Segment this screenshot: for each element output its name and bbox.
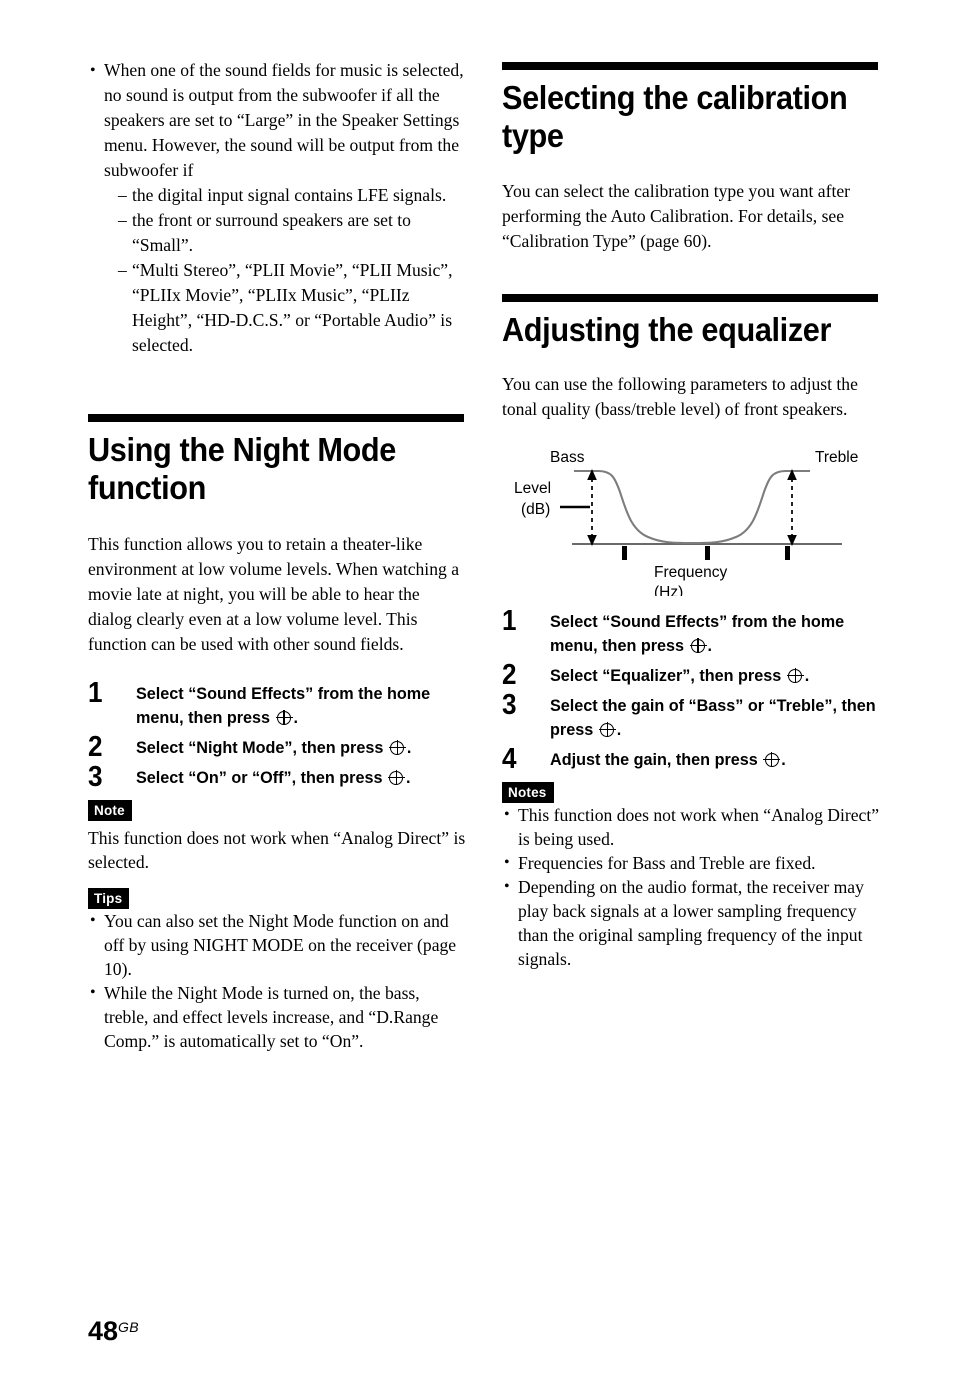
list-item: the front or surround speakers are set t… bbox=[118, 208, 468, 258]
section-rule bbox=[88, 414, 464, 422]
continued-bullet-list: When one of the sound fields for music i… bbox=[88, 58, 468, 358]
step-text: Select “Sound Effects” from the home men… bbox=[550, 613, 845, 655]
step-text: Adjust the gain, then press . bbox=[550, 751, 786, 769]
chart-ylabel-unit: (dB) bbox=[521, 501, 550, 518]
list-item: While the Night Mode is turned on, the b… bbox=[88, 981, 468, 1053]
manual-page: When one of the sound fields for music i… bbox=[0, 0, 954, 1373]
enter-button-icon bbox=[598, 721, 616, 738]
tips-block: Tips You can also set the Night Mode fun… bbox=[88, 888, 468, 1053]
enter-button-icon bbox=[275, 709, 293, 726]
right-column: Selecting the calibration type You can s… bbox=[502, 62, 882, 971]
step-text: Select “Sound Effects” from the home men… bbox=[136, 685, 431, 727]
note-badge: Note bbox=[88, 800, 132, 821]
night-mode-section: Using the Night Mode function This funct… bbox=[88, 414, 468, 1053]
list-item: Frequencies for Bass and Treble are fixe… bbox=[502, 851, 882, 875]
section-heading-night-mode: Using the Night Mode function bbox=[88, 431, 396, 506]
step-item: 3 Select “On” or “Off”, then press . bbox=[88, 761, 468, 793]
chart-x-tick bbox=[705, 546, 710, 560]
chart-label-treble: Treble bbox=[815, 449, 858, 466]
enter-button-icon bbox=[786, 667, 804, 684]
page-region-suffix: GB bbox=[118, 1319, 139, 1335]
step-text: Select “On” or “Off”, then press . bbox=[136, 769, 411, 787]
list-item: When one of the sound fields for music i… bbox=[88, 58, 468, 358]
list-item: You can also set the Night Mode function… bbox=[88, 909, 468, 981]
equalizer-response-curve bbox=[574, 469, 810, 545]
section-heading-calibration: Selecting the calibration type bbox=[502, 79, 848, 154]
chart-ylabel: Level bbox=[514, 480, 551, 497]
enter-button-icon bbox=[388, 739, 406, 756]
list-item: This function does not work when “Analog… bbox=[502, 803, 882, 851]
list-item: “Multi Stereo”, “PLII Movie”, “PLII Musi… bbox=[118, 258, 468, 358]
notes-list: This function does not work when “Analog… bbox=[502, 803, 882, 971]
enter-button-icon bbox=[387, 769, 405, 786]
step-number: 2 bbox=[88, 731, 103, 763]
equalizer-body: You can use the following parameters to … bbox=[502, 374, 858, 419]
enter-button-icon bbox=[763, 751, 781, 768]
step-number: 1 bbox=[88, 677, 103, 709]
step-item: 2 Select “Equalizer”, then press . bbox=[502, 659, 882, 691]
notes-block: Notes This function does not work when “… bbox=[502, 782, 882, 971]
treble-level-arrow bbox=[787, 469, 797, 546]
calibration-body: You can select the calibration type you … bbox=[502, 181, 851, 251]
night-mode-steps: 1 Select “Sound Effects” from the home m… bbox=[88, 677, 468, 793]
equalizer-steps: 1 Select “Sound Effects” from the home m… bbox=[502, 605, 882, 775]
chart-label-bass: Bass bbox=[550, 449, 585, 466]
step-text: Select “Night Mode”, then press . bbox=[136, 739, 412, 757]
step-item: 3 Select the gain of “Bass” or “Treble”,… bbox=[502, 689, 882, 742]
step-text: Select the gain of “Bass” or “Treble”, t… bbox=[550, 697, 876, 739]
sub-dash-list: the digital input signal contains LFE si… bbox=[104, 183, 468, 358]
step-item: 2 Select “Night Mode”, then press . bbox=[88, 731, 468, 763]
step-text: Select “Equalizer”, then press . bbox=[550, 667, 810, 685]
tips-list: You can also set the Night Mode function… bbox=[88, 909, 468, 1053]
note-text: This function does not work when “Analog… bbox=[88, 828, 466, 872]
step-number: 1 bbox=[502, 605, 517, 637]
tips-badge: Tips bbox=[88, 888, 130, 909]
equalizer-curve-diagram: Bass Treble Level (dB) Frequency (Hz) bbox=[502, 434, 882, 596]
page-number: 48GB bbox=[88, 1314, 139, 1345]
step-number: 3 bbox=[88, 761, 103, 793]
chart-xlabel-unit: (Hz) bbox=[654, 584, 683, 596]
bullet-text: When one of the sound fields for music i… bbox=[104, 60, 464, 180]
chart-xlabel: Frequency bbox=[654, 564, 727, 581]
notes-badge: Notes bbox=[502, 782, 554, 803]
calibration-section: Selecting the calibration type You can s… bbox=[502, 62, 882, 254]
section-rule bbox=[502, 62, 878, 70]
list-item: Depending on the audio format, the recei… bbox=[502, 875, 882, 971]
left-column: When one of the sound fields for music i… bbox=[88, 58, 468, 1053]
step-item: 4 Adjust the gain, then press . bbox=[502, 743, 882, 775]
chart-x-tick bbox=[785, 546, 790, 560]
chart-x-tick bbox=[622, 546, 627, 560]
step-item: 1 Select “Sound Effects” from the home m… bbox=[502, 605, 882, 658]
section-heading-equalizer: Adjusting the equalizer bbox=[502, 311, 832, 348]
section-rule bbox=[502, 294, 878, 302]
step-number: 4 bbox=[502, 743, 517, 775]
equalizer-section: Adjusting the equalizer You can use the … bbox=[502, 294, 882, 971]
page-number-value: 48 bbox=[88, 1316, 119, 1346]
note-block: Note This function does not work when “A… bbox=[88, 800, 468, 874]
step-number: 2 bbox=[502, 659, 517, 691]
step-number: 3 bbox=[502, 689, 517, 721]
enter-button-icon bbox=[689, 637, 707, 654]
list-item: the digital input signal contains LFE si… bbox=[118, 183, 468, 208]
step-item: 1 Select “Sound Effects” from the home m… bbox=[88, 677, 468, 730]
night-mode-intro: This function allows you to retain a the… bbox=[88, 534, 459, 654]
